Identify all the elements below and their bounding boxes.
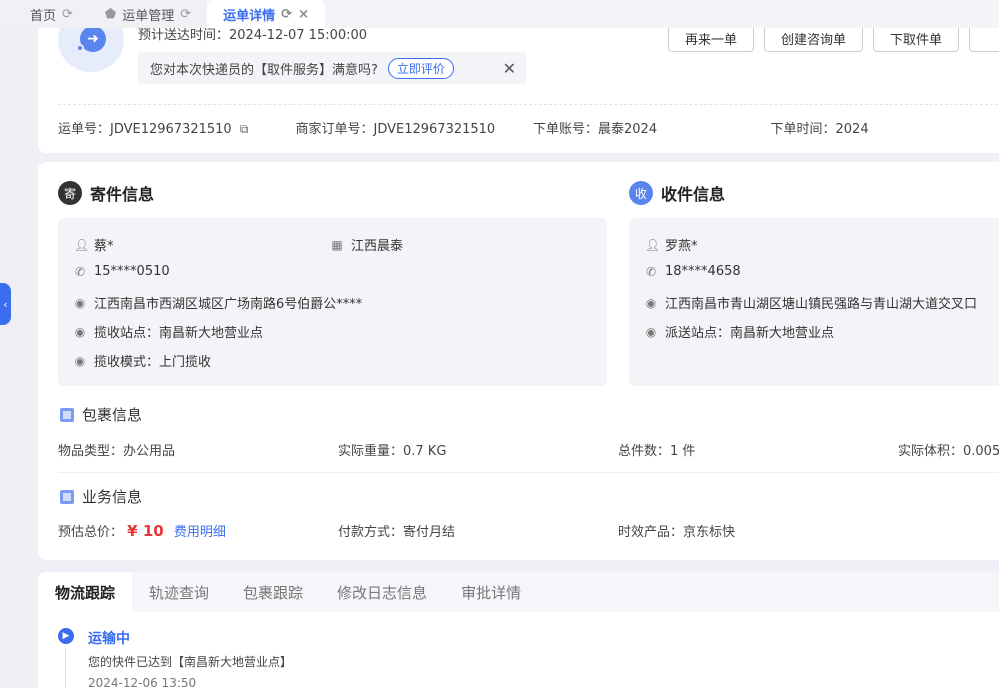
reorder-button[interactable]: 再来一单 (668, 24, 755, 52)
business-info-row: 预估总价： ¥ 10 费用明细 付款方式：寄付月结 时效产品：京东标快 (58, 521, 898, 540)
tab-logistics-tracking[interactable]: 物流跟踪 (38, 572, 133, 612)
refresh-icon[interactable]: ⟳ (62, 7, 73, 22)
close-icon[interactable]: × (298, 7, 309, 22)
tab-waybill-detail[interactable]: 运单详情 ⟳ × (207, 0, 325, 28)
timeline-line (65, 648, 66, 688)
tab-home[interactable]: 首页 ⟳ (0, 0, 89, 28)
sender-address: 江西南昌市西湖区城区广场南路6号伯爵公**** (94, 297, 363, 312)
star-icon: ⬟ (104, 6, 117, 22)
sender-title: 寄件信息 (90, 185, 155, 204)
receiver-info-box: 👤︎ 罗燕* ✆ 18****4658 ◉ 江西南昌市青山湖区塘山镇民强路与青山… (629, 218, 999, 386)
truck-status-icon: ▶ (58, 628, 74, 644)
tab-waybill-management-label: 运单管理 (122, 8, 175, 24)
sender-name: 蔡* (94, 239, 114, 254)
package-section-title: 包裹信息 (60, 404, 142, 425)
tab-waybill-detail-label: 运单详情 (223, 8, 276, 24)
tracking-card: 物流跟踪 轨迹查询 包裹跟踪 修改日志信息 审批详情 ▶ 运输中 您的快件已达到… (38, 572, 999, 688)
tab-modify-log[interactable]: 修改日志信息 (320, 572, 444, 612)
package-title: 包裹信息 (82, 406, 143, 424)
price-label: 预估总价： (58, 525, 124, 540)
feedback-text: 您对本次快递员的【取件服务】满意吗? (150, 62, 378, 78)
location-icon: ◉ (645, 324, 657, 339)
feedback-bar: 您对本次快递员的【取件服务】满意吗? 立即评价 ✕ (138, 52, 526, 84)
tracking-time: 2024-12-06 13:50 (88, 676, 197, 688)
order-time: 下单时间：2024 (770, 122, 869, 137)
tab-trajectory-query[interactable]: 轨迹查询 (132, 572, 226, 612)
tab-home-label: 首页 (30, 8, 57, 24)
create-inquiry-button[interactable]: 创建咨询单 (764, 24, 864, 52)
tracking-description: 您的快件已达到【南昌新大地营业点】 (88, 655, 293, 669)
divider (58, 472, 999, 473)
building-icon: ▦ (331, 237, 343, 252)
receiver-address: 江西南昌市青山湖区塘山镇民强路与青山湖大道交叉口 (665, 297, 978, 312)
location-icon: ◉ (74, 353, 86, 368)
waybill-number: 运单号：JDVE12967321510 (58, 122, 232, 137)
user-icon: 👤︎ (645, 237, 661, 252)
waybill-info-row: 运单号：JDVE12967321510 ⧉ 商家订单号：JDVE12967321… (58, 118, 999, 137)
package-icon (60, 407, 74, 422)
location-icon: ◉ (74, 295, 86, 310)
tracking-tabs: 物流跟踪 轨迹查询 包裹跟踪 修改日志信息 审批详情 (38, 572, 999, 612)
actual-weight: 实际重量：0.7 KG (338, 444, 447, 459)
tab-waybill-management[interactable]: ⬟ 运单管理 ⟳ (88, 0, 208, 28)
copy-icon[interactable]: ⧉ (240, 122, 249, 137)
tab-package-tracking[interactable]: 包裹跟踪 (226, 572, 320, 612)
refresh-icon[interactable]: ⟳ (180, 7, 191, 22)
close-icon[interactable]: ✕ (503, 59, 516, 78)
item-type: 物品类型：办公用品 (58, 444, 176, 459)
more-button[interactable] (969, 24, 999, 52)
receiver-section-title: 收 收件信息 (629, 181, 725, 205)
total-count: 总件数：1 件 (618, 444, 696, 459)
tab-bar: 首页 ⟳ ⬟ 运单管理 ⟳ 运单详情 ⟳ × (0, 0, 999, 28)
receiver-name: 罗燕* (665, 239, 698, 254)
sender-phone: 15****0510 (94, 264, 170, 279)
sender-info-box: 👤︎ 蔡* ▦ 江西晨泰 ✆ 15****0510 ◉ 江西南昌市西湖区城区广场… (58, 218, 607, 386)
pickup-order-button[interactable]: 下取件单 (873, 24, 960, 52)
business-title: 业务信息 (82, 488, 143, 506)
receiver-title: 收件信息 (661, 185, 726, 204)
order-account: 下单账号：晨泰2024 (533, 122, 658, 137)
action-buttons: 再来一单 创建咨询单 下取件单 (668, 24, 999, 52)
business-section-title: 业务信息 (60, 486, 142, 507)
rate-now-button[interactable]: 立即评价 (387, 57, 454, 79)
phone-icon: ✆ (645, 264, 657, 279)
sender-station: 揽收站点：南昌新大地营业点 (94, 326, 264, 341)
sender-badge: 寄 (58, 181, 82, 205)
sidebar-collapse-button[interactable]: ‹ (0, 283, 11, 325)
user-icon: 👤︎ (74, 237, 90, 252)
actual-volume: 实际体积：0.005 (898, 444, 999, 459)
location-icon: ◉ (74, 324, 86, 339)
tab-approval-detail[interactable]: 审批详情 (444, 572, 538, 612)
divider (58, 104, 999, 105)
fee-detail-link[interactable]: 费用明细 (174, 525, 226, 540)
receiver-phone: 18****4658 (665, 264, 741, 279)
tracking-status: 运输中 (88, 631, 130, 647)
refresh-icon[interactable]: ⟳ (281, 7, 292, 22)
product-type: 时效产品：京东标快 (618, 525, 736, 540)
location-icon: ◉ (645, 295, 657, 310)
phone-icon: ✆ (74, 264, 86, 279)
sender-company: 江西晨泰 (351, 239, 404, 254)
waybill-summary-card: ➜ 预计送达时间：2024-12-07 15:00:00 您对本次快递员的【取件… (38, 8, 999, 153)
detail-card: 寄 寄件信息 👤︎ 蔡* ▦ 江西晨泰 ✆ 15****0510 ◉ 江西南昌市… (38, 162, 999, 560)
payment-method: 付款方式：寄付月结 (338, 525, 456, 540)
package-info-row: 物品类型：办公用品 实际重量：0.7 KG 总件数：1 件 实际体积：0.005 (58, 440, 999, 459)
receiver-station: 派送站点：南昌新大地营业点 (665, 326, 835, 341)
receiver-badge: 收 (629, 181, 653, 205)
sender-section-title: 寄 寄件信息 (58, 181, 154, 205)
merchant-order-number: 商家订单号：JDVE12967321510 (295, 122, 496, 137)
price-value: ¥ 10 (127, 522, 164, 540)
business-icon (60, 489, 74, 504)
sender-mode: 揽收模式：上门揽收 (94, 355, 212, 370)
